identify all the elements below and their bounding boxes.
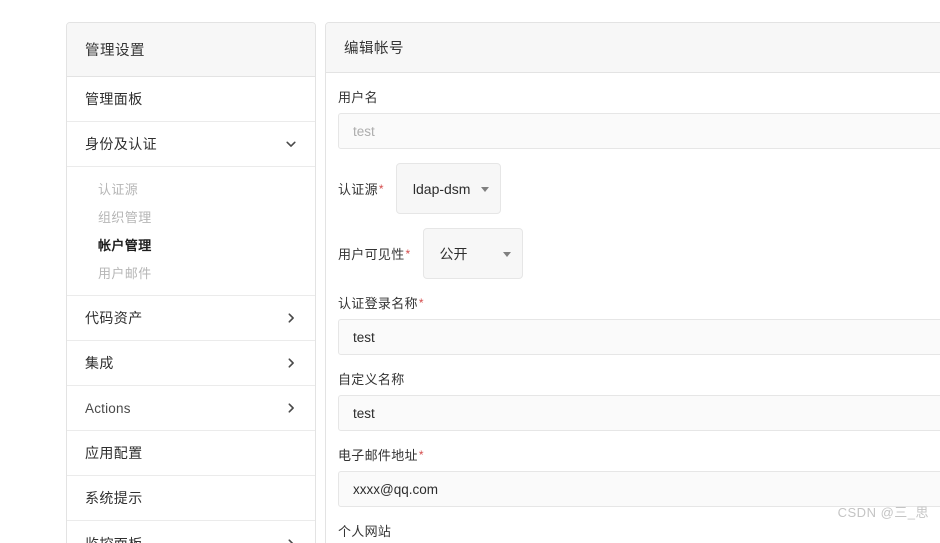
username-label: 用户名 xyxy=(338,87,940,106)
custom-name-label: 自定义名称 xyxy=(338,369,940,388)
sidebar-header: 管理设置 xyxy=(67,23,315,77)
visibility-selected-value: 公开 xyxy=(440,244,468,264)
email-label: 电子邮件地址* xyxy=(338,445,940,464)
website-label: 个人网站 xyxy=(338,521,940,540)
edit-account-form: 用户名 test 认证源* ldap-dsm 用户可见性* xyxy=(326,73,940,543)
field-visibility: 用户可见性* 公开 xyxy=(338,228,940,279)
sidebar-item-label: 系统提示 xyxy=(85,488,143,508)
sidebar-item-app-config[interactable]: 应用配置 xyxy=(67,431,315,476)
caret-down-icon xyxy=(503,252,511,257)
chevron-right-icon xyxy=(285,312,297,324)
sidebar-item-monitor-panel[interactable]: 监控面板 xyxy=(67,521,315,543)
required-asterisk: * xyxy=(406,247,411,261)
chevron-down-icon xyxy=(285,138,297,150)
sidebar-subitem-label: 用户邮件 xyxy=(98,263,152,282)
sidebar-item-label: 代码资产 xyxy=(85,308,143,328)
sidebar-title: 管理设置 xyxy=(85,39,145,60)
required-asterisk: * xyxy=(419,296,424,310)
login-name-input[interactable]: test xyxy=(338,319,940,355)
custom-name-input[interactable]: test xyxy=(338,395,940,431)
chevron-right-icon xyxy=(285,538,297,543)
settings-sidebar: 管理设置 管理面板 身份及认证 认证源 组织管理 帐户管理 xyxy=(66,22,316,543)
field-website: 个人网站 http://mydomain.com or https://mydo… xyxy=(338,521,940,543)
caret-down-icon xyxy=(481,187,489,192)
sidebar-subitem-auth-source[interactable]: 认证源 xyxy=(67,174,315,202)
sidebar-subitem-label: 帐户管理 xyxy=(98,235,152,254)
chevron-right-icon xyxy=(285,402,297,414)
website-label-text: 个人网站 xyxy=(338,524,391,539)
sidebar-item-admin-panel[interactable]: 管理面板 xyxy=(67,77,315,122)
field-auth-source: 认证源* ldap-dsm xyxy=(338,163,940,214)
email-label-text: 电子邮件地址 xyxy=(338,448,418,463)
sidebar-item-identity-auth[interactable]: 身份及认证 xyxy=(67,122,315,167)
username-label-text: 用户名 xyxy=(338,90,378,105)
sidebar-item-label: Actions xyxy=(85,401,131,416)
auth-source-select[interactable]: ldap-dsm xyxy=(396,163,502,214)
sidebar-subitem-label: 组织管理 xyxy=(98,207,152,226)
email-field[interactable]: xxxx@qq.com xyxy=(338,471,940,507)
sidebar-item-system-notice[interactable]: 系统提示 xyxy=(67,476,315,521)
sidebar-subitem-user-email[interactable]: 用户邮件 xyxy=(67,258,315,286)
sidebar-item-integration[interactable]: 集成 xyxy=(67,341,315,386)
field-username: 用户名 test xyxy=(338,87,940,149)
field-login-name: 认证登录名称* test xyxy=(338,293,940,355)
sidebar-item-label: 监控面板 xyxy=(85,534,143,543)
edit-account-panel: 编辑帐号 用户名 test 认证源* ldap-dsm xyxy=(325,22,940,543)
field-email: 电子邮件地址* xxxx@qq.com xyxy=(338,445,940,507)
sidebar-item-label: 应用配置 xyxy=(85,443,143,463)
sidebar-item-label: 身份及认证 xyxy=(85,134,157,154)
sidebar-item-label: 集成 xyxy=(85,353,114,373)
auth-source-label: 认证源* xyxy=(338,179,384,198)
auth-source-label-text: 认证源 xyxy=(338,182,378,197)
page-root: 管理设置 管理面板 身份及认证 认证源 组织管理 帐户管理 xyxy=(0,0,940,543)
sidebar-item-actions[interactable]: Actions xyxy=(67,386,315,431)
username-input[interactable]: test xyxy=(338,113,940,149)
login-name-label-text: 认证登录名称 xyxy=(338,296,418,311)
auth-source-selected-value: ldap-dsm xyxy=(413,181,471,197)
sidebar-subitem-account-management[interactable]: 帐户管理 xyxy=(67,230,315,258)
visibility-select[interactable]: 公开 xyxy=(423,228,523,279)
visibility-label: 用户可见性* xyxy=(338,244,411,263)
visibility-label-text: 用户可见性 xyxy=(338,247,405,262)
page-title: 编辑帐号 xyxy=(344,37,404,58)
sidebar-subitem-label: 认证源 xyxy=(98,179,138,198)
sidebar-item-label: 管理面板 xyxy=(85,89,143,109)
sidebar-subitem-org-management[interactable]: 组织管理 xyxy=(67,202,315,230)
required-asterisk: * xyxy=(419,448,424,462)
field-custom-name: 自定义名称 test xyxy=(338,369,940,431)
chevron-right-icon xyxy=(285,357,297,369)
sidebar-item-code-assets[interactable]: 代码资产 xyxy=(67,296,315,341)
required-asterisk: * xyxy=(379,182,384,196)
custom-name-label-text: 自定义名称 xyxy=(338,372,405,387)
login-name-label: 认证登录名称* xyxy=(338,293,940,312)
panel-header: 编辑帐号 xyxy=(326,23,940,73)
sidebar-subnav-identity-auth: 认证源 组织管理 帐户管理 用户邮件 xyxy=(67,167,315,296)
